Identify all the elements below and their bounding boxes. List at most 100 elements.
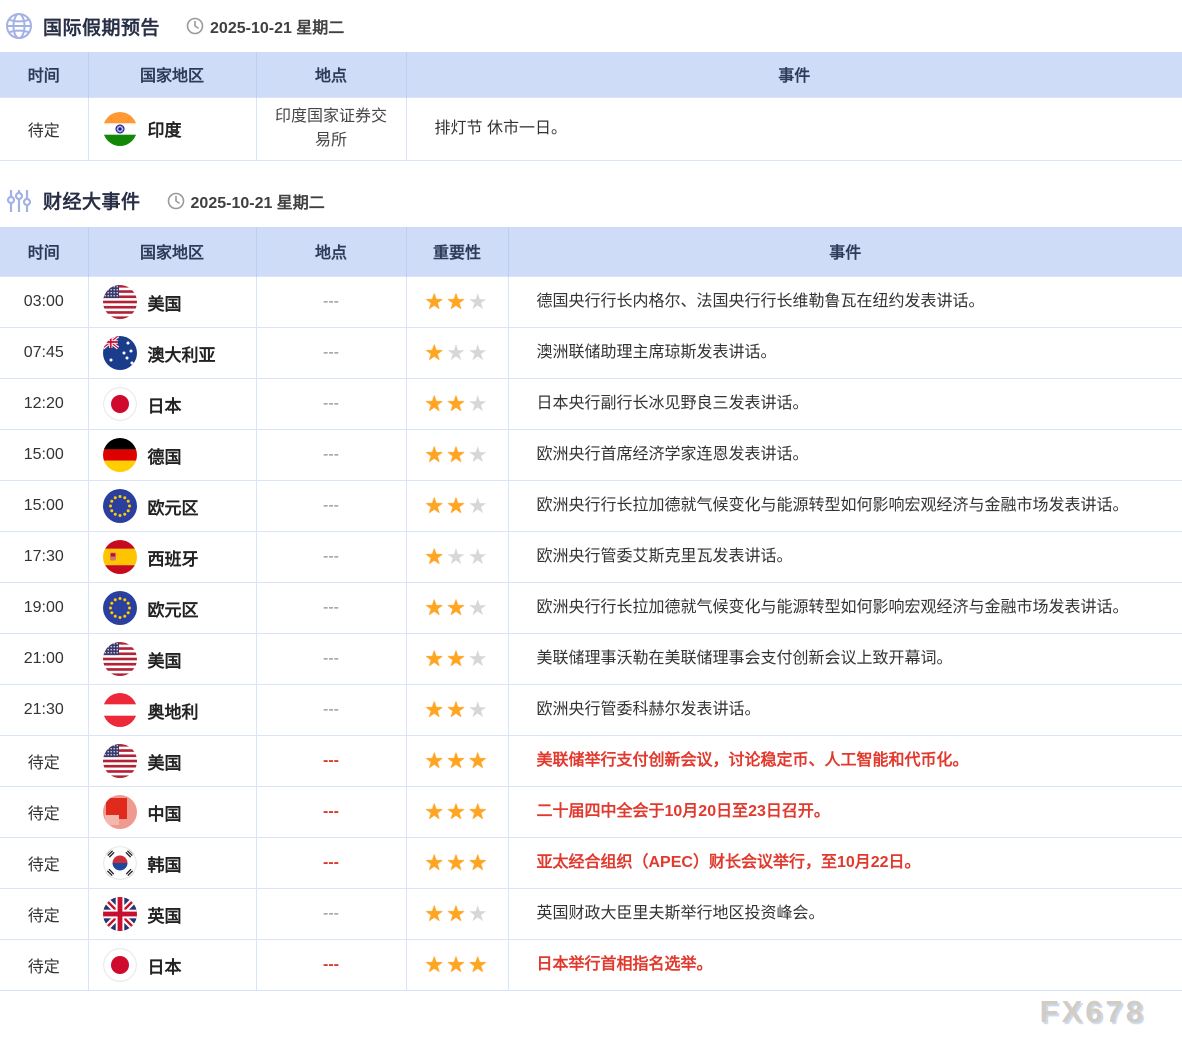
star-filled-icon: ★ xyxy=(424,544,446,569)
country-cell: 欧元区 xyxy=(88,481,256,532)
country-cell: 韩国 xyxy=(88,838,256,889)
star-filled-icon: ★ xyxy=(424,697,446,722)
star-filled-icon: ★ xyxy=(446,595,468,620)
importance-rating: ★★★ xyxy=(406,430,508,481)
star-filled-icon: ★ xyxy=(446,442,468,467)
country-name: 日本 xyxy=(148,392,182,417)
star-empty-icon: ★ xyxy=(468,646,490,671)
importance-rating: ★★★ xyxy=(406,736,508,787)
col-header-location: 地点 xyxy=(256,52,406,97)
time-cell: 03:00 xyxy=(0,277,88,328)
time-cell: 21:30 xyxy=(0,685,88,736)
country-cell: 中国 xyxy=(88,787,256,838)
event-cell: 澳洲联储助理主席琼斯发表讲话。 xyxy=(508,328,1182,379)
time-cell: 待定 xyxy=(0,736,88,787)
country-cell: 日本 xyxy=(88,940,256,991)
star-empty-icon: ★ xyxy=(468,595,490,620)
star-filled-icon: ★ xyxy=(468,748,490,773)
country-name: 美国 xyxy=(148,749,182,774)
event-cell: 欧洲央行行长拉加德就气候变化与能源转型如何影响宏观经济与金融市场发表讲话。 xyxy=(508,481,1182,532)
col-header-time: 时间 xyxy=(0,52,88,97)
importance-rating: ★★★ xyxy=(406,583,508,634)
star-filled-icon: ★ xyxy=(446,799,468,824)
star-empty-icon: ★ xyxy=(468,901,490,926)
star-filled-icon: ★ xyxy=(468,850,490,875)
table-row: 待定美国---★★★美联储举行支付创新会议，讨论稳定币、人工智能和代币化。 xyxy=(0,736,1182,787)
table-row: 待定印度印度国家证券交易所排灯节 休市一日。 xyxy=(0,97,1182,160)
time-cell: 15:00 xyxy=(0,481,88,532)
star-filled-icon: ★ xyxy=(446,493,468,518)
importance-rating: ★★★ xyxy=(406,532,508,583)
col-header-event: 事件 xyxy=(406,52,1182,97)
star-filled-icon: ★ xyxy=(424,952,446,977)
location-cell: --- xyxy=(256,685,406,736)
time-cell: 19:00 xyxy=(0,583,88,634)
country-cell: 西班牙 xyxy=(88,532,256,583)
holiday-table: 时间 国家地区 地点 事件 待定印度印度国家证券交易所排灯节 休市一日。 xyxy=(0,52,1182,161)
events-section-title: 财经大事件 xyxy=(43,187,141,214)
location-cell: --- xyxy=(256,328,406,379)
country-name: 中国 xyxy=(148,800,182,825)
flag-us-icon xyxy=(103,744,137,778)
location-cell: --- xyxy=(256,889,406,940)
flag-at-icon xyxy=(103,693,137,727)
events-table-header-row: 时间 国家地区 地点 重要性 事件 xyxy=(0,227,1182,277)
star-filled-icon: ★ xyxy=(446,646,468,671)
holiday-section-title: 国际假期预告 xyxy=(43,13,160,40)
event-cell: 排灯节 休市一日。 xyxy=(406,97,1182,160)
location-cell: --- xyxy=(256,787,406,838)
col-header-event: 事件 xyxy=(508,227,1182,277)
time-cell: 待定 xyxy=(0,787,88,838)
star-filled-icon: ★ xyxy=(446,391,468,416)
star-filled-icon: ★ xyxy=(468,952,490,977)
star-filled-icon: ★ xyxy=(424,442,446,467)
star-filled-icon: ★ xyxy=(446,697,468,722)
star-filled-icon: ★ xyxy=(446,901,468,926)
events-date-text: 2025-10-21 星期二 xyxy=(191,189,325,213)
location-cell: --- xyxy=(256,532,406,583)
star-empty-icon: ★ xyxy=(468,493,490,518)
time-cell: 待定 xyxy=(0,889,88,940)
events-date: 2025-10-21 星期二 xyxy=(167,189,325,213)
location-cell: --- xyxy=(256,583,406,634)
location-cell: --- xyxy=(256,940,406,991)
star-filled-icon: ★ xyxy=(424,646,446,671)
table-row: 21:30奥地利---★★★欧洲央行管委科赫尔发表讲话。 xyxy=(0,685,1182,736)
star-filled-icon: ★ xyxy=(424,850,446,875)
country-name: 英国 xyxy=(148,902,182,927)
country-name: 日本 xyxy=(148,953,182,978)
star-filled-icon: ★ xyxy=(446,748,468,773)
flag-de-icon xyxy=(103,438,137,472)
flag-us-icon xyxy=(103,285,137,319)
star-empty-icon: ★ xyxy=(446,544,468,569)
time-cell: 07:45 xyxy=(0,328,88,379)
location-cell: --- xyxy=(256,634,406,685)
importance-rating: ★★★ xyxy=(406,685,508,736)
country-cell: 印度 xyxy=(88,97,256,160)
event-cell: 日本举行首相指名选举。 xyxy=(508,940,1182,991)
col-header-country: 国家地区 xyxy=(88,52,256,97)
star-filled-icon: ★ xyxy=(424,289,446,314)
location-cell: --- xyxy=(256,838,406,889)
flag-cn-icon xyxy=(103,795,137,829)
star-empty-icon: ★ xyxy=(468,697,490,722)
country-cell: 美国 xyxy=(88,634,256,685)
event-cell: 欧洲央行管委艾斯克里瓦发表讲话。 xyxy=(508,532,1182,583)
flag-es-icon xyxy=(103,540,137,574)
location-cell: --- xyxy=(256,379,406,430)
events-section: 财经大事件 2025-10-21 星期二 时间 国家地区 地点 重要性 事件 xyxy=(0,175,1182,992)
event-cell: 日本央行副行长冰见野良三发表讲话。 xyxy=(508,379,1182,430)
country-name: 韩国 xyxy=(148,851,182,876)
flag-jp-icon xyxy=(103,387,137,421)
table-row: 待定中国---★★★二十届四中全会于10月20日至23日召开。 xyxy=(0,787,1182,838)
col-header-importance: 重要性 xyxy=(406,227,508,277)
table-row: 21:00美国---★★★美联储理事沃勒在美联储理事会支付创新会议上致开幕词。 xyxy=(0,634,1182,685)
time-cell: 12:20 xyxy=(0,379,88,430)
country-cell: 美国 xyxy=(88,736,256,787)
star-filled-icon: ★ xyxy=(424,799,446,824)
importance-rating: ★★★ xyxy=(406,889,508,940)
flag-us-icon xyxy=(103,642,137,676)
event-cell: 亚太经合组织（APEC）财长会议举行，至10月22日。 xyxy=(508,838,1182,889)
star-filled-icon: ★ xyxy=(468,799,490,824)
country-cell: 德国 xyxy=(88,430,256,481)
